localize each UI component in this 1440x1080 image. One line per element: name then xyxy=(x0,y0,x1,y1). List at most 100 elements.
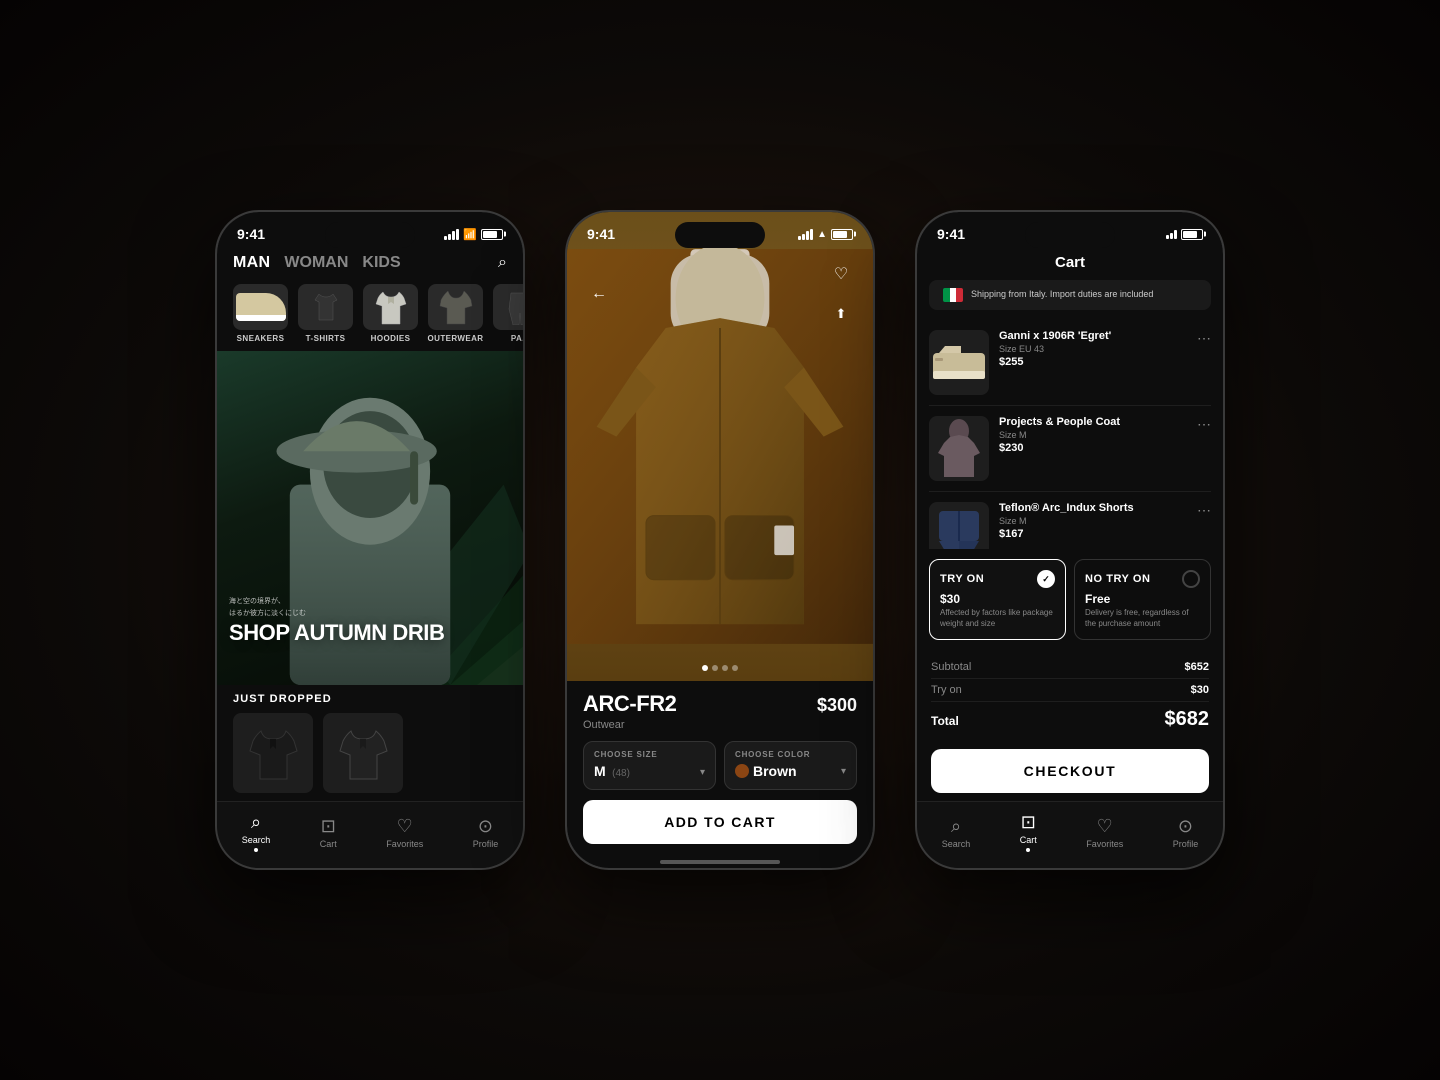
shorts-thumbnail xyxy=(933,507,985,550)
cart-item-menu-3[interactable]: ⋯ xyxy=(1197,502,1211,519)
hero-title: SHOP AUTUMN DRIB xyxy=(229,621,511,645)
try-on-desc-1: Affected by factors like package weight … xyxy=(940,608,1055,629)
nav-woman[interactable]: WOMAN xyxy=(284,254,348,272)
sneaker-image xyxy=(236,293,286,321)
nav-item-search-3[interactable]: ⌕ Search xyxy=(942,816,971,849)
back-button[interactable]: ← xyxy=(583,278,615,310)
try-on-desc-2: Delivery is free, regardless of the purc… xyxy=(1085,608,1200,629)
cart-item-menu-2[interactable]: ⋯ xyxy=(1197,416,1211,433)
category-label-outerwear: OUTERWEAR xyxy=(428,334,484,343)
size-value-row: M (48) ▾ xyxy=(594,763,705,781)
dynamic-island-3 xyxy=(1025,222,1115,248)
tryon-label: Try on xyxy=(931,684,962,696)
total-row: Total $682 xyxy=(931,702,1209,737)
tshirt-icon xyxy=(311,290,341,324)
category-label-tshirts: T-SHIRTS xyxy=(306,334,346,343)
category-pa[interactable]: PA... xyxy=(493,284,523,343)
nav-man[interactable]: MAN xyxy=(233,254,270,272)
product-category: Outwear xyxy=(583,719,857,731)
cart-item-thumb-1 xyxy=(929,330,989,395)
try-on-option-2[interactable]: NO TRY ON Free Delivery is free, regardl… xyxy=(1074,559,1211,640)
nav-item-profile-1[interactable]: ⊙ Profile xyxy=(473,816,499,849)
nav-item-fav-1[interactable]: ♡ Favorites xyxy=(386,816,423,849)
battery-icon-1 xyxy=(481,229,503,240)
search-button-1[interactable]: ⌕ xyxy=(498,254,507,272)
product-nav-bar: ← ♡ ⬆ xyxy=(567,258,873,330)
dropped-item-2[interactable] xyxy=(323,713,403,793)
cart-item-price-2: $230 xyxy=(999,442,1187,454)
cart-item-info-3: Teflon® Arc_Indux Shorts Size M $167 xyxy=(999,502,1187,540)
cart-item-size-1: Size EU 43 xyxy=(999,344,1187,354)
size-label: CHOOSE SIZE xyxy=(594,750,705,759)
nav-item-fav-3[interactable]: ♡ Favorites xyxy=(1086,816,1123,849)
shipping-text: Shipping from Italy. Import duties are i… xyxy=(971,289,1153,301)
try-on-empty-circle xyxy=(1182,570,1200,588)
home-indicator-2 xyxy=(660,860,780,864)
dynamic-island-1 xyxy=(325,222,415,248)
product-name: ARC-FR2 xyxy=(583,691,676,717)
add-to-cart-button[interactable]: ADD TO CART xyxy=(583,800,857,844)
cart-item-price-1: $255 xyxy=(999,356,1187,368)
battery-icon-3 xyxy=(1181,229,1203,240)
category-label-sneakers: SNEAKERS xyxy=(237,334,285,343)
category-hoodies[interactable]: HOODIES xyxy=(363,284,418,343)
nav-item-cart-1[interactable]: ⊡ Cart xyxy=(320,816,337,849)
favorite-button[interactable]: ♡ xyxy=(825,258,857,290)
try-on-option-1[interactable]: TRY ON ✓ $30 Affected by factors like pa… xyxy=(929,559,1066,640)
phone-2-product: 9:41 ▲ ← ♡ ⬆ xyxy=(565,210,875,870)
try-on-label-1: TRY ON xyxy=(940,573,984,585)
dot-4 xyxy=(732,665,738,671)
category-thumb-sneakers xyxy=(233,284,288,330)
just-dropped-section: JUST DROPPED xyxy=(217,685,523,801)
hero-text-overlay: 海と空の境界が、 はるか彼方に淡くにじむ SHOP AUTUMN DRIB xyxy=(229,597,511,645)
status-icons-1: 📶 xyxy=(444,228,503,241)
dropped-item-2-image xyxy=(336,723,391,783)
nav-item-profile-3[interactable]: ⊙ Profile xyxy=(1173,816,1199,849)
nav-item-cart-3[interactable]: ⊡ Cart xyxy=(1020,812,1037,852)
tryon-row: Try on $30 xyxy=(931,679,1209,702)
hoodie-icon xyxy=(374,288,408,326)
nav-label-fav-1: Favorites xyxy=(386,839,423,849)
dot-3 xyxy=(722,665,728,671)
nav-label-profile-1: Profile xyxy=(473,839,499,849)
cart-nav-icon-1: ⊡ xyxy=(321,816,336,837)
try-on-section: TRY ON ✓ $30 Affected by factors like pa… xyxy=(917,549,1223,650)
cart-nav-icon-3: ⊡ xyxy=(1021,812,1036,833)
pants-icon xyxy=(503,289,524,325)
cart-header: Cart xyxy=(917,248,1223,280)
category-tshirts[interactable]: T-SHIRTS xyxy=(298,284,353,343)
checkout-button[interactable]: CHECKOUT xyxy=(931,749,1209,793)
subtotal-label: Subtotal xyxy=(931,661,971,673)
color-selector[interactable]: CHOOSE COLOR Brown ▾ xyxy=(724,741,857,790)
size-chevron-icon: ▾ xyxy=(700,767,705,778)
nav-kids[interactable]: KIDS xyxy=(362,254,400,272)
nav-links-1: MAN WOMAN KIDS xyxy=(233,254,486,272)
cart-item-size-3: Size M xyxy=(999,516,1187,526)
nav-label-profile-3: Profile xyxy=(1173,839,1199,849)
dropped-item-1-image xyxy=(246,723,301,783)
category-thumb-outerwear xyxy=(428,284,483,330)
top-nav-1: MAN WOMAN KIDS ⌕ xyxy=(217,248,523,280)
cart-item-thumb-3 xyxy=(929,502,989,549)
dropped-item-1[interactable] xyxy=(233,713,313,793)
cart-item-menu-1[interactable]: ⋯ xyxy=(1197,330,1211,347)
outerwear-icon xyxy=(438,288,474,326)
share-button[interactable]: ⬆ xyxy=(825,298,857,330)
nav-item-search-1[interactable]: ⌕ Search xyxy=(242,812,271,852)
cart-item-3: Teflon® Arc_Indux Shorts Size M $167 ⋯ xyxy=(929,492,1211,549)
cart-items-list: Ganni x 1906R 'Egret' Size EU 43 $255 ⋯ xyxy=(917,320,1223,549)
cart-item-info-1: Ganni x 1906R 'Egret' Size EU 43 $255 xyxy=(999,330,1187,368)
category-outerwear[interactable]: OUTERWEAR xyxy=(428,284,483,343)
category-sneakers[interactable]: SNEAKERS xyxy=(233,284,288,343)
fav-nav-icon-3: ♡ xyxy=(1097,816,1113,837)
battery-icon-2 xyxy=(831,229,853,240)
size-selector[interactable]: CHOOSE SIZE M (48) ▾ xyxy=(583,741,716,790)
try-on-header-2: NO TRY ON xyxy=(1085,570,1200,588)
shipping-banner: Shipping from Italy. Import duties are i… xyxy=(929,280,1211,310)
total-label: Total xyxy=(931,714,959,728)
color-value-display: Brown xyxy=(735,763,797,779)
bottom-nav-3: ⌕ Search ⊡ Cart ♡ Favorites ⊙ Profile xyxy=(917,801,1223,868)
cart-item-1: Ganni x 1906R 'Egret' Size EU 43 $255 ⋯ xyxy=(929,320,1211,406)
category-thumb-tshirts xyxy=(298,284,353,330)
tryon-value: $30 xyxy=(1191,684,1209,696)
